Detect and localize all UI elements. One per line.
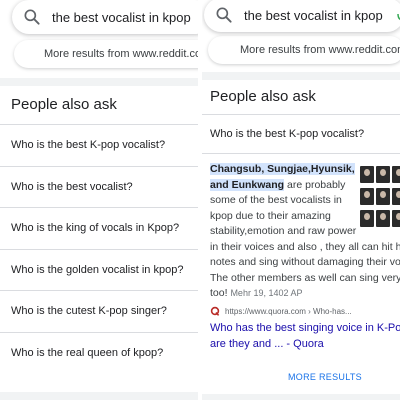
thumbnail-image[interactable] [376, 188, 390, 205]
left-screenshot: the best vocalist in kpop More results f… [0, 0, 198, 400]
answer-text: The other members as well can sing very … [210, 271, 400, 284]
search-bar[interactable]: the best vocalist in kpop [12, 0, 198, 34]
search-icon[interactable] [22, 7, 42, 27]
more-results-reddit-button[interactable]: More results from www.reddit.com > [208, 36, 400, 64]
search-icon[interactable] [214, 5, 234, 25]
answer-text: are probably [284, 178, 346, 191]
answer-text: too! [210, 287, 228, 299]
more-results-label: More results from www.reddit.com [44, 48, 198, 60]
question-item[interactable]: Who is the golden vocalist in kpop? [0, 248, 198, 291]
question-item[interactable]: Who is the cutest K-pop singer? [0, 290, 198, 332]
answer-highlight: Changsub, Sungjae,Hyunsik, [210, 163, 355, 175]
people-also-ask-heading: People also ask [11, 96, 117, 113]
thumbnail-image[interactable] [392, 188, 400, 205]
search-input[interactable]: the best vocalist in kpop [244, 8, 383, 23]
result-link-line[interactable]: Who has the best singing voice in K-Pop?… [210, 320, 400, 336]
search-input[interactable]: the best vocalist in kpop [52, 10, 191, 25]
source-url: https://www.quora.com › Who-has... [225, 306, 352, 316]
divider [202, 153, 400, 154]
section-divider [0, 392, 198, 400]
thumbnail-image[interactable] [360, 210, 374, 227]
thumbnail-image[interactable] [376, 210, 390, 227]
image-thumbnails[interactable] [360, 166, 400, 232]
divider [202, 114, 400, 115]
thumbnail-image[interactable] [360, 188, 374, 205]
question-item[interactable]: Who is the king of vocals in Kpop? [0, 207, 198, 249]
section-divider [202, 394, 400, 400]
expanded-question[interactable]: Who is the best K-pop vocalist? [210, 128, 364, 140]
thumbnail-image[interactable] [392, 210, 400, 227]
more-results-button[interactable]: MORE RESULTS [288, 372, 362, 382]
answer-date: Mehr 19, 1402 AP [230, 288, 303, 298]
section-divider [0, 78, 198, 86]
more-results-label: More results from www.reddit.com [240, 44, 400, 56]
people-also-ask-heading: People also ask [210, 88, 316, 105]
search-bar[interactable]: the best vocalist in kpop [204, 0, 400, 32]
answer-highlight: and Eunkwang [210, 178, 285, 191]
answer-text: in their voices and also , they all can … [210, 240, 400, 253]
result-link[interactable]: Who has the best singing voice in K-Pop?… [210, 320, 400, 352]
thumbnail-image[interactable] [376, 166, 390, 183]
answer-text: notes and sing without damaging their vo… [210, 256, 400, 268]
question-item[interactable]: Who is the best vocalist? [0, 165, 198, 208]
thumbnail-image[interactable] [392, 166, 400, 183]
question-item[interactable]: Who is the real queen of kpop? [0, 331, 198, 374]
more-results-reddit-button[interactable]: More results from www.reddit.com [14, 40, 198, 68]
result-link-line[interactable]: are they and ... - Quora [210, 336, 400, 352]
question-list: Who is the best K-pop vocalist? Who is t… [0, 124, 198, 373]
right-screenshot: the best vocalist in kpop More results f… [202, 0, 400, 400]
question-item[interactable]: Who is the best K-pop vocalist? [0, 124, 198, 166]
section-divider [202, 72, 400, 80]
thumbnail-image[interactable] [360, 166, 374, 183]
result-source: https://www.quora.com › Who-has... [210, 306, 352, 316]
quora-icon [210, 306, 220, 316]
